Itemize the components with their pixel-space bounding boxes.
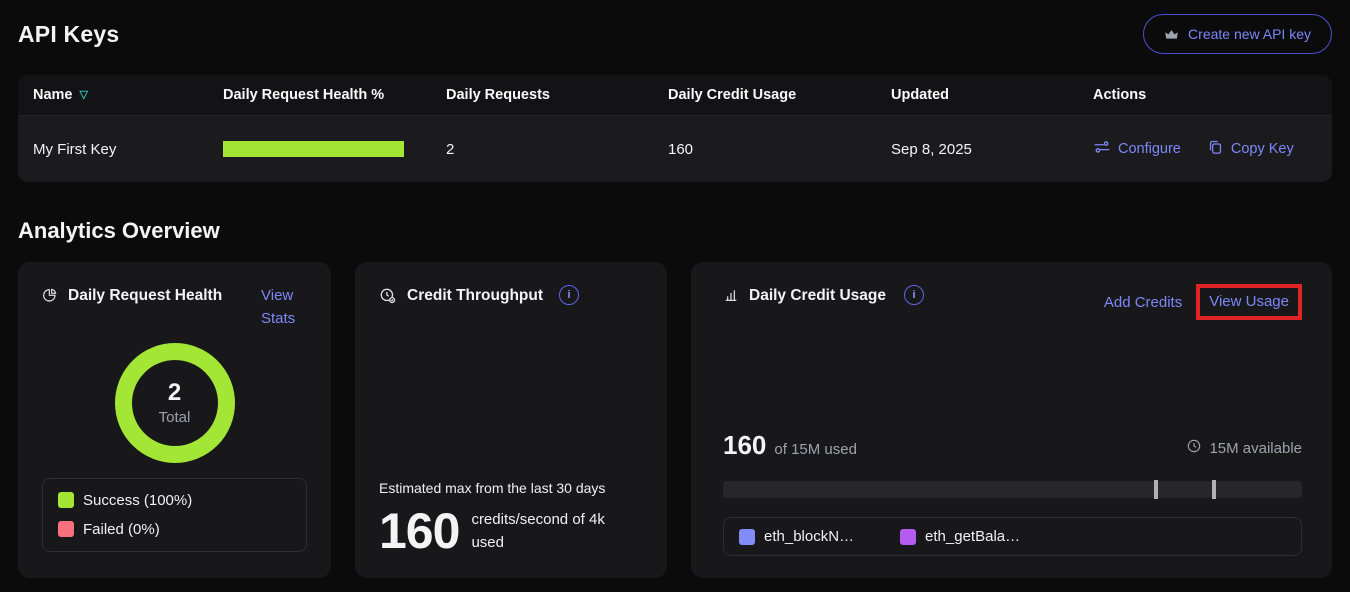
- health-card-header: Daily Request Health View Stats: [42, 284, 307, 331]
- view-usage-link[interactable]: View Usage: [1209, 293, 1289, 310]
- column-header-requests: Daily Requests: [446, 87, 668, 103]
- requests-cell: 2: [446, 141, 668, 158]
- view-stats-link[interactable]: View Stats: [261, 284, 307, 331]
- health-bar: [223, 141, 404, 157]
- throughput-card-title: Credit Throughput: [407, 284, 543, 308]
- annotation-highlight-box: View Usage: [1196, 284, 1302, 320]
- success-swatch: [58, 492, 74, 508]
- usage-legend: eth_blockN… eth_getBala…: [723, 517, 1302, 556]
- usage-info-icon[interactable]: i: [904, 285, 924, 305]
- add-credits-link[interactable]: Add Credits: [1104, 294, 1182, 311]
- health-donut-chart: 2 Total: [115, 343, 235, 463]
- usage-available: 15M available: [1186, 438, 1302, 458]
- legend-item-failed: Failed (0%): [58, 521, 291, 538]
- legend-item-blocknumber: eth_blockN…: [739, 528, 854, 545]
- usage-used-label: of 15M used: [774, 441, 857, 458]
- updated-cell: Sep 8, 2025: [891, 141, 1093, 158]
- getbalance-swatch: [900, 529, 916, 545]
- throughput-subtitle: Estimated max from the last 30 days: [379, 480, 643, 496]
- throughput-value: 160: [379, 506, 459, 556]
- configure-button[interactable]: Configure: [1093, 138, 1181, 160]
- usage-progress-bar: [723, 481, 1302, 498]
- failed-label: Failed (0%): [83, 521, 160, 538]
- throughput-info-icon[interactable]: i: [559, 285, 579, 305]
- copy-key-button[interactable]: Copy Key: [1207, 138, 1294, 160]
- column-header-credit-usage: Daily Credit Usage: [668, 87, 891, 103]
- table-row: My First Key 2 160 Sep 8, 2025 Configure…: [18, 115, 1332, 182]
- analytics-cards: Daily Request Health View Stats 2 Total …: [18, 262, 1332, 578]
- usage-card-header: Daily Credit Usage i Add Credits View Us…: [723, 284, 1302, 320]
- blocknumber-swatch: [739, 529, 755, 545]
- daily-request-health-card: Daily Request Health View Stats 2 Total …: [18, 262, 331, 578]
- health-card-title: Daily Request Health: [68, 284, 251, 308]
- pie-chart-icon: [42, 287, 58, 303]
- legend-item-success: Success (100%): [58, 492, 291, 509]
- blocknumber-label: eth_blockN…: [764, 528, 854, 545]
- table-header: Name ▽ Daily Request Health % Daily Requ…: [18, 75, 1332, 115]
- top-bar: API Keys Create new API key: [18, 0, 1332, 54]
- donut-total-label: Total: [159, 409, 191, 426]
- analytics-title: Analytics Overview: [18, 218, 1332, 244]
- progress-tick: [1154, 480, 1158, 499]
- usage-links: Add Credits View Usage: [1104, 284, 1302, 320]
- usage-used-value: 160: [723, 430, 766, 461]
- column-header-health: Daily Request Health %: [223, 87, 446, 103]
- dashboard-page: API Keys Create new API key Name ▽ Daily…: [0, 0, 1350, 578]
- copy-icon: [1207, 139, 1224, 160]
- api-keys-table: Name ▽ Daily Request Health % Daily Requ…: [18, 75, 1332, 182]
- health-legend: Success (100%) Failed (0%): [42, 478, 307, 552]
- column-header-name[interactable]: Name ▽: [33, 87, 223, 103]
- sort-chevron-icon: ▽: [80, 90, 88, 101]
- gauge-icon: [379, 287, 397, 305]
- available-label: 15M available: [1209, 440, 1302, 457]
- usage-stats-row: 160 of 15M used 15M available: [723, 430, 1302, 461]
- donut-total-value: 2: [168, 379, 181, 407]
- getbalance-label: eth_getBala…: [925, 528, 1020, 545]
- success-label: Success (100%): [83, 492, 192, 509]
- throughput-suffix: credits/second of 4k used: [471, 508, 631, 555]
- health-cell: [223, 141, 446, 157]
- configure-label: Configure: [1118, 141, 1181, 157]
- bar-chart-icon: [723, 287, 739, 303]
- name-header-label: Name: [33, 87, 73, 103]
- create-api-key-button[interactable]: Create new API key: [1143, 14, 1332, 54]
- daily-credit-usage-card: Daily Credit Usage i Add Credits View Us…: [691, 262, 1332, 578]
- column-header-updated: Updated: [891, 87, 1093, 103]
- column-header-actions: Actions: [1093, 87, 1317, 103]
- throughput-card-header: Credit Throughput i: [379, 284, 643, 308]
- failed-swatch: [58, 521, 74, 537]
- sliders-icon: [1093, 138, 1111, 160]
- progress-tick: [1212, 480, 1216, 499]
- create-api-key-label: Create new API key: [1188, 26, 1311, 42]
- usage-title-group: Daily Credit Usage i: [723, 284, 924, 308]
- legend-item-getbalance: eth_getBala…: [900, 528, 1020, 545]
- copy-key-label: Copy Key: [1231, 141, 1294, 157]
- crown-icon: [1164, 27, 1179, 42]
- credit-usage-cell: 160: [668, 141, 891, 158]
- page-title: API Keys: [18, 21, 119, 48]
- usage-card-title: Daily Credit Usage: [749, 284, 886, 308]
- throughput-value-row: 160 credits/second of 4k used: [379, 506, 643, 556]
- clock-icon: [1186, 438, 1202, 458]
- key-name-cell: My First Key: [33, 141, 223, 158]
- credit-throughput-card: Credit Throughput i Estimated max from t…: [355, 262, 667, 578]
- actions-cell: Configure Copy Key: [1093, 138, 1317, 160]
